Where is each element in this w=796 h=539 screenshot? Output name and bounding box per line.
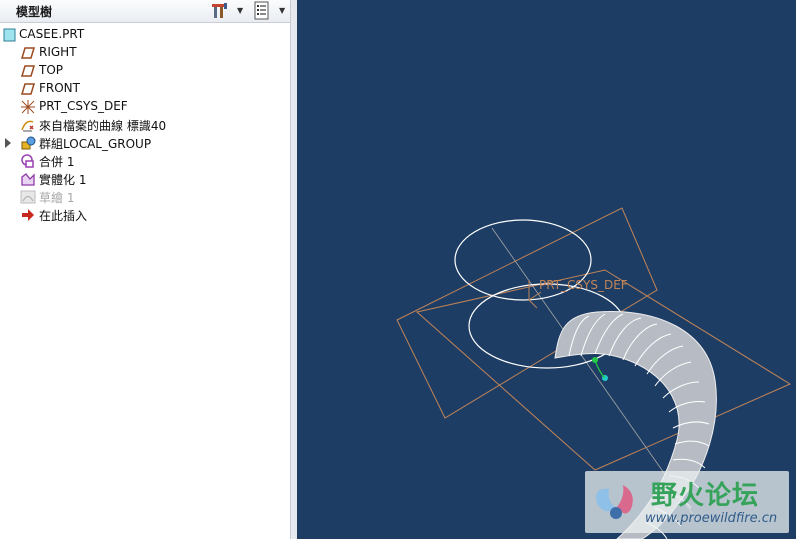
tree-item-part[interactable]: CASEE.PRT: [0, 26, 290, 44]
settings-dropdown-icon[interactable]: ▼: [237, 6, 243, 15]
group-icon: [20, 135, 36, 151]
datum-plane-icon: [20, 45, 36, 61]
expand-arrow-icon[interactable]: [5, 138, 11, 148]
tree-item-top[interactable]: TOP: [0, 62, 290, 80]
tree-item-curve-from-file[interactable]: 來自檔案的曲線 標識40: [0, 116, 290, 134]
tree-item-front[interactable]: FRONT: [0, 80, 290, 98]
tree-item-label: PRT_CSYS_DEF: [39, 99, 128, 113]
solidify-icon: [20, 171, 36, 187]
tree-item-label: 草繪 1: [39, 191, 75, 205]
tree-item-right[interactable]: RIGHT: [0, 44, 290, 62]
columns-dropdown-icon[interactable]: ▼: [279, 6, 285, 15]
forum-logo-icon: [596, 485, 633, 519]
insert-here-icon: [20, 207, 36, 223]
watermark-title: 野火论坛: [651, 481, 760, 511]
tree-item-label: 合併 1: [39, 155, 75, 169]
tree-item-label: 實體化 1: [39, 173, 87, 187]
datum-plane-icon: [20, 63, 36, 79]
watermark-url: www.proewildfire.cn: [645, 511, 778, 526]
model-tree-panel: 模型樹 ▼ ▼ CASEE.PRT RIGHT TOP FRONT PRT_CS…: [0, 0, 291, 539]
tree-item-label: 在此插入: [39, 209, 88, 223]
csys-icon: [20, 99, 36, 115]
tree-item-label: FRONT: [39, 81, 80, 95]
model-tree-title: 模型樹: [16, 5, 53, 19]
model-3d-view: [396, 207, 792, 539]
sketch-icon: [20, 189, 36, 205]
tree-item-merge[interactable]: 合併 1: [0, 152, 290, 170]
tree-item-label: RIGHT: [39, 45, 77, 59]
tree-item-csys[interactable]: PRT_CSYS_DEF: [0, 98, 290, 116]
tree-item-label: 來自檔案的曲線 標識40: [39, 119, 167, 133]
datum-plane-top: [415, 269, 792, 471]
tree-item-label: CASEE.PRT: [19, 27, 85, 41]
tree-columns-icon[interactable]: [253, 1, 271, 21]
part-icon: [2, 27, 18, 43]
tree-item-sketch[interactable]: 草繪 1: [0, 188, 290, 206]
model-tree-header: 模型樹 ▼ ▼: [0, 0, 290, 23]
merge-icon: [20, 153, 36, 169]
forum-watermark: 野火论坛 www.proewildfire.cn: [585, 471, 789, 533]
tree-settings-icon[interactable]: [210, 1, 230, 21]
tree-item-insert-here[interactable]: 在此插入: [0, 206, 290, 224]
tree-item-label: 群組LOCAL_GROUP: [39, 137, 152, 151]
csys-label: PRT_CSYS_DEF: [539, 278, 628, 292]
graphics-viewport[interactable]: PRT_CSYS_DEF 野火论坛 www.proewildfire.cn: [297, 0, 796, 539]
tree-item-local-group[interactable]: 群組LOCAL_GROUP: [0, 134, 290, 152]
datum-plane-icon: [20, 81, 36, 97]
curve-from-file-icon: [20, 117, 36, 133]
tree-item-solidify[interactable]: 實體化 1: [0, 170, 290, 188]
tree-item-label: TOP: [39, 63, 64, 77]
